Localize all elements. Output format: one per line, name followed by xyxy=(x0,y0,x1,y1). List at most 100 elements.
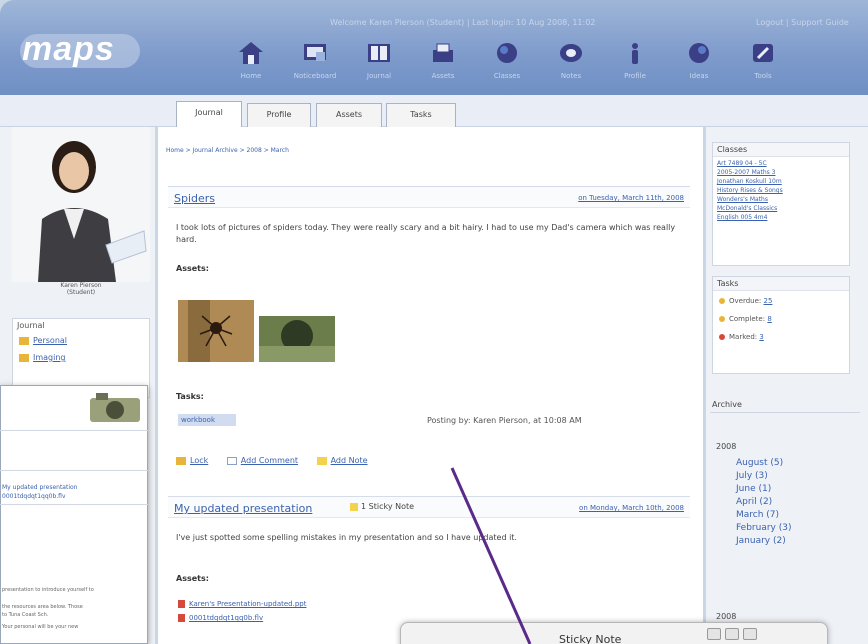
posting-info: Posting by: Karen Pierson, at 10:08 AM xyxy=(427,416,582,425)
archive-year[interactable]: 2008 xyxy=(716,442,736,451)
class-link[interactable]: Jonathan Koskull 10m xyxy=(717,177,845,186)
noticeboard-icon xyxy=(304,44,326,61)
ideas-icon xyxy=(689,43,709,63)
add-note-link[interactable]: Add Note xyxy=(331,456,368,465)
star-icon xyxy=(719,334,725,340)
archive-month[interactable]: March (7) xyxy=(736,509,792,522)
notes-icon xyxy=(560,44,582,62)
tab-journal[interactable]: Journal xyxy=(176,101,242,127)
archive-month-list: August (5) July (3) June (1) April (2) M… xyxy=(736,457,792,548)
class-link[interactable]: English 005 4m4 xyxy=(717,213,845,222)
nav-notes[interactable]: Notes xyxy=(540,36,602,92)
add-comment-link[interactable]: Add Comment xyxy=(241,456,298,465)
class-link[interactable]: McDonald's Classics xyxy=(717,204,845,213)
archive-month[interactable]: July (3) xyxy=(736,470,792,483)
left-journal-link[interactable]: Personal xyxy=(33,336,67,345)
star-icon xyxy=(719,316,725,322)
nav-classes[interactable]: Classes xyxy=(476,36,538,92)
folder-icon xyxy=(19,353,29,362)
file-item[interactable]: 0001tdqdqt1qq0b.flv xyxy=(178,614,263,622)
nav-home[interactable]: Home xyxy=(220,36,282,92)
spider-photo-thumbnail[interactable] xyxy=(178,300,254,362)
nav-label: Noticeboard xyxy=(293,72,337,80)
nav-assets[interactable]: Assets xyxy=(412,36,474,92)
user-name-label: Karen Pierson (Student) xyxy=(12,282,150,296)
nav-ideas[interactable]: Ideas xyxy=(668,36,730,92)
breadcrumb[interactable]: Home > Journal Archive > 2008 > March xyxy=(166,147,289,154)
tree-photo-thumbnail[interactable] xyxy=(259,316,335,362)
minimize-button[interactable] xyxy=(707,628,721,640)
avatar xyxy=(12,127,150,282)
nav-profile[interactable]: Profile xyxy=(604,36,666,92)
divider xyxy=(0,504,148,505)
archive-month[interactable]: February (3) xyxy=(736,522,792,535)
lock-action[interactable]: Lock xyxy=(176,456,208,465)
nav-journal[interactable]: Journal xyxy=(348,36,410,92)
archive-month[interactable]: June (1) xyxy=(736,483,792,496)
nav-label: Journal xyxy=(366,72,392,80)
file-link[interactable]: Karen's Presentation-updated.ppt xyxy=(189,600,306,608)
file-link[interactable]: 0001tdqdqt1qq0b.flv xyxy=(189,614,263,622)
class-link[interactable]: History Rises & Songs xyxy=(717,186,845,195)
entry-date[interactable]: on Tuesday, March 11th, 2008 xyxy=(578,194,684,202)
lock-link[interactable]: Lock xyxy=(190,456,208,465)
tab-tasks[interactable]: Tasks xyxy=(386,103,456,127)
archive-month[interactable]: January (2) xyxy=(736,535,792,548)
nav-label: Ideas xyxy=(689,72,709,80)
tools-icon xyxy=(753,44,773,62)
task-count[interactable]: 8 xyxy=(767,315,771,323)
tab-profile[interactable]: Profile xyxy=(247,103,311,127)
add-comment-action[interactable]: Add Comment xyxy=(226,456,298,465)
maximize-button[interactable] xyxy=(725,628,739,640)
logo-text: maps xyxy=(22,30,115,68)
sticky-note-icon xyxy=(350,502,358,511)
user-role: (Student) xyxy=(66,289,96,296)
lock-icon xyxy=(176,456,186,465)
archive-year[interactable]: 2008 xyxy=(716,612,736,621)
popup-left-link[interactable]: 0001tdqdqt1qq0b.flv xyxy=(2,492,66,501)
logout-link[interactable]: Logout | Support Guide xyxy=(756,18,849,27)
popup-left-text: the resources area below. Those xyxy=(2,604,83,610)
sticky-note-title: Sticky Note xyxy=(559,633,622,644)
task-count[interactable]: 3 xyxy=(759,333,763,341)
entry-title[interactable]: Spiders xyxy=(174,192,215,205)
popup-left-text: to Tuna Coast Sch. xyxy=(2,612,49,618)
entry-date[interactable]: on Monday, March 10th, 2008 xyxy=(579,504,684,512)
archive-month[interactable]: August (5) xyxy=(736,457,792,470)
nav-label: Tools xyxy=(754,72,772,80)
entry-title[interactable]: My updated presentation xyxy=(174,502,312,515)
sticky-note-count[interactable]: 1 Sticky Note xyxy=(350,502,414,511)
task-marked[interactable]: Marked: 3 xyxy=(713,327,849,345)
assets-label: Assets: xyxy=(176,264,209,273)
nav-tools[interactable]: Tools xyxy=(732,36,794,92)
note-icon xyxy=(316,456,327,465)
task-chip[interactable]: workbook xyxy=(178,414,236,426)
left-journal-item[interactable]: Imaging xyxy=(13,349,149,366)
class-link[interactable]: Wonders's Maths xyxy=(717,195,845,204)
left-journal-link[interactable]: Imaging xyxy=(33,353,66,362)
classes-icon xyxy=(497,43,517,63)
nav-noticeboard[interactable]: Noticeboard xyxy=(284,36,346,92)
left-journal-item[interactable]: Personal xyxy=(13,332,149,349)
entry-actions: Lock Add Comment Add Note xyxy=(176,456,384,465)
star-icon xyxy=(719,298,725,304)
profile-icon xyxy=(632,43,638,64)
entry-header: My updated presentation on Monday, March… xyxy=(168,496,690,518)
close-button[interactable] xyxy=(743,628,757,640)
divider xyxy=(0,470,148,471)
popup-left-text: presentation to introduce yourself to xyxy=(2,587,94,593)
file-item[interactable]: Karen's Presentation-updated.ppt xyxy=(178,600,306,608)
task-count[interactable]: 25 xyxy=(764,297,773,305)
task-overdue[interactable]: Overdue: 25 xyxy=(713,291,849,309)
archive-month[interactable]: April (2) xyxy=(736,496,792,509)
class-link[interactable]: 2005-2007 Maths 3 xyxy=(717,168,845,177)
add-note-action[interactable]: Add Note xyxy=(316,456,368,465)
class-link[interactable]: Art 7489 04 - 5C xyxy=(717,159,845,168)
main-nav: Home Noticeboard Journal Assets Classes … xyxy=(220,36,860,92)
nav-label: Profile xyxy=(624,72,646,80)
tab-assets[interactable]: Assets xyxy=(316,103,382,127)
popup-left-link[interactable]: My updated presentation xyxy=(2,483,77,492)
divider xyxy=(710,412,860,413)
comment-icon xyxy=(226,456,237,465)
task-complete[interactable]: Complete: 8 xyxy=(713,309,849,327)
